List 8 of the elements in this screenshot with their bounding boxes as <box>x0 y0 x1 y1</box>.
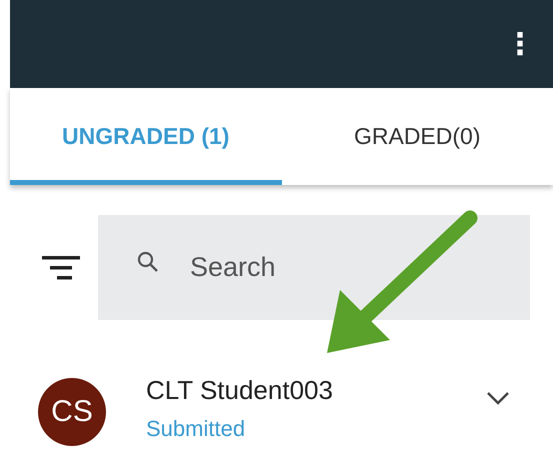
avatar: CS <box>38 378 106 446</box>
status-label: Submitted <box>146 416 246 442</box>
filter-icon[interactable] <box>42 256 80 280</box>
student-name: CLT Student003 <box>146 375 334 406</box>
search-field[interactable]: Search <box>98 215 530 320</box>
more-menu-button[interactable]: ⋮ <box>501 26 539 62</box>
tab[interactable]: GRADED(0) <box>282 88 553 185</box>
chevron-icon[interactable] <box>486 391 510 405</box>
